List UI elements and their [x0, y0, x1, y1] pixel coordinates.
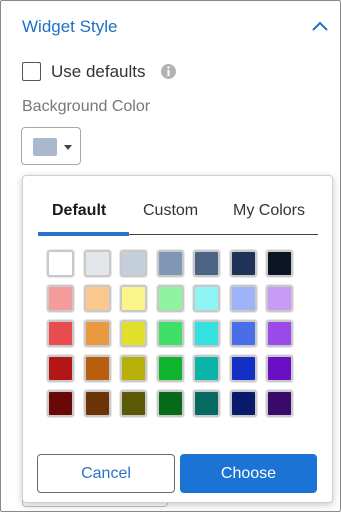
background-color-dropdown[interactable]: [21, 127, 81, 165]
current-color-swatch: [33, 138, 57, 156]
color-swatch[interactable]: [47, 390, 74, 417]
color-swatch[interactable]: [84, 250, 111, 277]
color-swatch[interactable]: [266, 250, 293, 277]
color-swatch[interactable]: [230, 355, 257, 382]
color-swatch[interactable]: [266, 390, 293, 417]
chevron-up-icon[interactable]: [310, 18, 330, 36]
section-title: Widget Style: [22, 17, 118, 36]
color-swatch[interactable]: [120, 250, 147, 277]
color-swatch[interactable]: [84, 285, 111, 312]
section-header[interactable]: Widget Style: [21, 15, 330, 39]
color-swatch[interactable]: [157, 250, 184, 277]
color-swatch[interactable]: [120, 320, 147, 347]
color-swatch[interactable]: [266, 285, 293, 312]
color-swatch[interactable]: [47, 320, 74, 347]
color-swatch[interactable]: [120, 355, 147, 382]
color-swatch[interactable]: [193, 320, 220, 347]
info-icon[interactable]: [160, 63, 177, 80]
color-swatch[interactable]: [120, 285, 147, 312]
widget-style-panel: Widget Style Use defaults Background Col…: [0, 0, 341, 512]
color-swatch[interactable]: [84, 355, 111, 382]
background-color-label: Background Color: [22, 98, 151, 115]
color-swatch[interactable]: [47, 285, 74, 312]
color-swatch[interactable]: [266, 355, 293, 382]
caret-down-icon: [64, 145, 72, 150]
color-swatch[interactable]: [193, 355, 220, 382]
color-swatch[interactable]: [84, 320, 111, 347]
tab-default[interactable]: Default: [52, 202, 106, 220]
tab-custom[interactable]: Custom: [143, 202, 198, 220]
use-defaults-label: Use defaults: [51, 62, 146, 81]
color-swatch[interactable]: [157, 355, 184, 382]
color-swatch[interactable]: [230, 320, 257, 347]
color-swatch[interactable]: [266, 320, 293, 347]
cancel-button[interactable]: Cancel: [37, 454, 175, 493]
color-swatch[interactable]: [193, 285, 220, 312]
color-swatch[interactable]: [193, 390, 220, 417]
use-defaults-row: Use defaults: [22, 62, 222, 82]
choose-button[interactable]: Choose: [180, 454, 317, 493]
color-swatch[interactable]: [157, 285, 184, 312]
color-swatch[interactable]: [230, 285, 257, 312]
color-swatch[interactable]: [157, 320, 184, 347]
tab-my-colors[interactable]: My Colors: [233, 202, 305, 220]
active-tab-indicator: [38, 232, 129, 236]
color-picker-popover: Default Custom My Colors Cancel Choose: [22, 175, 333, 503]
color-picker-tabs: Default Custom My Colors: [38, 198, 318, 238]
color-swatch[interactable]: [47, 250, 74, 277]
color-swatch[interactable]: [230, 250, 257, 277]
color-swatch[interactable]: [230, 390, 257, 417]
use-defaults-checkbox[interactable]: [22, 62, 41, 81]
color-swatch[interactable]: [47, 355, 74, 382]
color-swatch[interactable]: [120, 390, 147, 417]
color-swatch[interactable]: [157, 390, 184, 417]
color-swatch[interactable]: [193, 250, 220, 277]
color-swatch[interactable]: [84, 390, 111, 417]
